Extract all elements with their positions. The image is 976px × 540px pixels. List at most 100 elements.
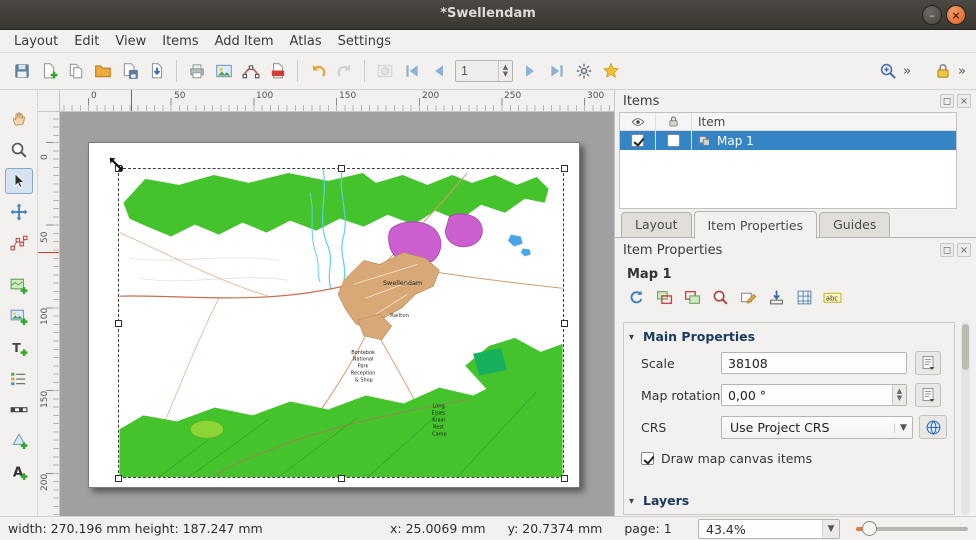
add-picture-button[interactable] — [5, 304, 33, 330]
map-rotation-input[interactable] — [721, 384, 907, 406]
labeling-settings-button[interactable]: abc — [819, 285, 845, 309]
draw-canvas-items-row[interactable]: Draw map canvas items — [641, 451, 812, 466]
pan-tool-button[interactable] — [5, 106, 33, 132]
edit-map-extent-button[interactable] — [735, 285, 761, 309]
atlas-page-input[interactable] — [456, 61, 498, 81]
menu-layout[interactable]: Layout — [6, 31, 66, 52]
selection-handle[interactable] — [561, 165, 568, 172]
close-panel-button[interactable]: × — [957, 94, 971, 108]
add-label-button[interactable]: T — [5, 335, 33, 361]
menu-edit[interactable]: Edit — [66, 31, 107, 52]
add-legend-button[interactable] — [5, 366, 33, 392]
minimize-button[interactable]: – — [922, 5, 942, 25]
set-map-scale-button[interactable] — [707, 285, 733, 309]
last-feature-button[interactable] — [543, 58, 570, 84]
export-image-button[interactable] — [210, 58, 237, 84]
float-panel-button[interactable]: ◻ — [940, 243, 954, 257]
rotation-data-defined-button[interactable] — [915, 383, 941, 407]
map-rotation-spinbox[interactable]: ▲▼ — [721, 384, 907, 406]
preview-atlas-button[interactable] — [371, 58, 398, 84]
crs-select-button[interactable] — [919, 415, 947, 439]
add-items-from-template-button[interactable] — [143, 58, 170, 84]
scale-lens-icon — [712, 289, 729, 306]
slider-thumb[interactable] — [862, 521, 877, 536]
scrollbar-thumb[interactable] — [962, 324, 969, 370]
menu-view[interactable]: View — [107, 31, 154, 52]
float-panel-button[interactable]: ◻ — [940, 94, 954, 108]
import-extent-button[interactable] — [763, 285, 789, 309]
tab-item-properties[interactable]: Item Properties — [694, 211, 818, 239]
export-svg-button[interactable] — [237, 58, 264, 84]
add-map-button[interactable] — [5, 273, 33, 299]
crs-combobox[interactable]: Use Project CRS ▼ — [721, 416, 913, 439]
items-table-row[interactable]: Map 1 — [620, 131, 956, 150]
toolbar-overflow-button-2[interactable]: » — [956, 64, 968, 79]
layers-section-header[interactable]: Layers — [643, 493, 689, 508]
save-project-button[interactable] — [8, 58, 35, 84]
menu-add-item[interactable]: Add Item — [207, 31, 282, 52]
view-map-extent-button[interactable] — [679, 285, 705, 309]
spin-arrows-icon[interactable]: ▲▼ — [498, 61, 512, 81]
manage-grids-button[interactable] — [791, 285, 817, 309]
cursor-x-value: x: 25.0069 mm — [390, 521, 486, 536]
lock-checkbox[interactable] — [667, 134, 680, 147]
redo-button[interactable] — [331, 58, 358, 84]
undo-button[interactable] — [304, 58, 331, 84]
atlas-settings-button[interactable] — [570, 58, 597, 84]
update-map-preview-button[interactable] — [623, 285, 649, 309]
selection-handle[interactable] — [115, 320, 122, 327]
layout-canvas[interactable]: Swellendam Railton Bontebok National Par… — [60, 112, 614, 516]
add-scalebar-button[interactable] — [5, 397, 33, 423]
export-atlas-button[interactable] — [597, 58, 624, 84]
duplicate-layout-button[interactable] — [62, 58, 89, 84]
print-layout-button[interactable] — [183, 58, 210, 84]
move-item-content-button[interactable] — [5, 199, 33, 225]
close-panel-button[interactable]: × — [957, 243, 971, 257]
first-feature-button[interactable] — [398, 58, 425, 84]
tab-guides[interactable]: Guides — [819, 212, 890, 238]
zoom-tool-button[interactable] — [5, 137, 33, 163]
select-move-item-button[interactable] — [5, 168, 33, 194]
selection-handle[interactable] — [561, 320, 568, 327]
collapse-arrow-icon[interactable]: ▾ — [629, 332, 634, 343]
new-layout-button[interactable] — [35, 58, 62, 84]
previous-feature-button[interactable] — [425, 58, 452, 84]
items-column-header: Item — [692, 113, 956, 130]
edit-nodes-item-button[interactable] — [5, 230, 33, 256]
zoom-slider[interactable] — [856, 519, 968, 539]
toolbar-overflow-button[interactable]: » — [901, 64, 913, 79]
map-item-preview[interactable]: Swellendam Railton Bontebok National Par… — [118, 168, 564, 478]
main-properties-section-header[interactable]: Main Properties — [643, 329, 755, 344]
scale-data-defined-button[interactable] — [915, 351, 941, 375]
ruler-number: 300 — [587, 91, 604, 101]
draw-canvas-items-checkbox[interactable] — [641, 452, 654, 465]
selection-handle[interactable] — [338, 165, 345, 172]
set-map-extent-button[interactable] — [651, 285, 677, 309]
properties-scrollbar[interactable] — [961, 322, 970, 515]
save-as-template-button[interactable] — [116, 58, 143, 84]
zoom-in-button[interactable] — [874, 58, 901, 84]
selection-handle[interactable] — [338, 475, 345, 482]
add-shape-button[interactable] — [5, 428, 33, 454]
scale-input[interactable] — [721, 352, 907, 374]
export-pdf-button[interactable] — [264, 58, 291, 84]
spin-arrows-icon[interactable]: ▲▼ — [892, 385, 906, 405]
visibility-checkbox[interactable] — [631, 134, 644, 147]
menu-settings[interactable]: Settings — [330, 31, 399, 52]
add-attribute-table-button[interactable]: A — [5, 459, 33, 485]
lock-items-button[interactable] — [929, 58, 956, 84]
selection-handle[interactable] — [115, 475, 122, 482]
zoom-level-combobox[interactable]: 43.4% ▼ — [698, 519, 840, 539]
tab-layout[interactable]: Layout — [621, 212, 692, 238]
close-button[interactable]: × — [946, 5, 966, 25]
map-preview-svg: Swellendam Railton Bontebok National Par… — [119, 169, 563, 477]
atlas-page-spinbox[interactable]: ▲▼ — [455, 60, 513, 82]
layout-manager-button[interactable] — [89, 58, 116, 84]
menu-items[interactable]: Items — [154, 31, 206, 52]
selection-handle[interactable] — [561, 475, 568, 482]
menu-atlas[interactable]: Atlas — [282, 31, 330, 52]
next-feature-button[interactable] — [516, 58, 543, 84]
map-properties-toolbar: abc — [623, 285, 845, 309]
collapse-arrow-icon[interactable]: ▾ — [629, 496, 634, 507]
titlebar[interactable]: *Swellendam – × — [0, 0, 976, 30]
